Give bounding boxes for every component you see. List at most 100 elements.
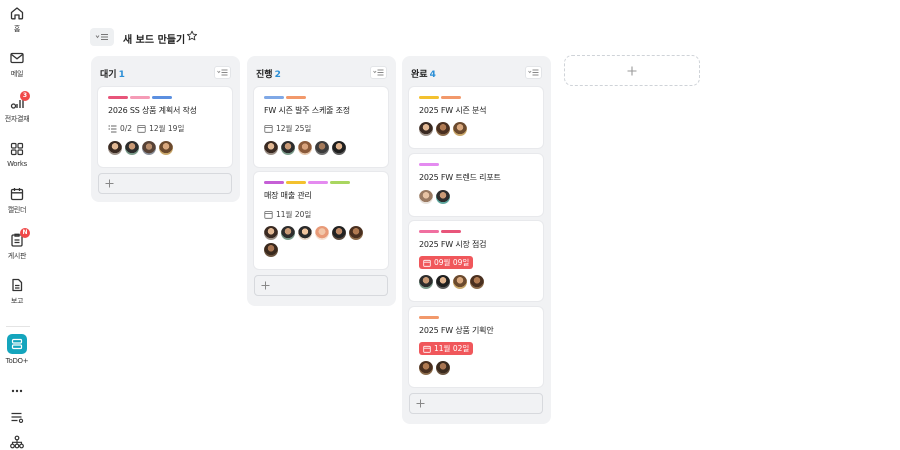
card-avatars [264, 141, 374, 155]
rail-settings-button[interactable] [0, 409, 34, 425]
board-badge: N [20, 228, 30, 238]
sidebar-toggle-button[interactable] [90, 28, 114, 46]
app-root: 홈 메일 3 전자결재 Works 캘린더 N 게시판 보고 ToDO+ 새 보… [0, 0, 900, 450]
card-checklist: 0/2 [120, 124, 133, 133]
avatar[interactable] [108, 141, 122, 155]
checklist-icon [108, 125, 117, 133]
add-card-button[interactable] [254, 275, 388, 296]
due-date-text: 09월 09일 [434, 258, 470, 267]
column-count: 4 [429, 70, 436, 80]
card[interactable]: 2026 SS 상품 계획서 작성 0/2 12월 19일 [98, 87, 232, 167]
due-date-text: 11월 02일 [434, 344, 470, 353]
home-icon [10, 7, 24, 20]
avatar[interactable] [419, 122, 433, 136]
avatar[interactable] [453, 122, 467, 136]
avatar[interactable] [315, 141, 329, 155]
calendar-icon [10, 188, 24, 201]
card-tag [308, 181, 328, 184]
rail-item-board[interactable]: N 게시판 [0, 228, 34, 261]
card-tag [130, 96, 150, 99]
avatar[interactable] [281, 226, 295, 240]
avatar[interactable] [436, 275, 450, 289]
rail-label-mail: 메일 [10, 70, 24, 78]
card-meta: 12월 25일 [264, 123, 311, 134]
rail-label-calendar: 캘린더 [7, 206, 27, 214]
list-settings-icon [11, 412, 24, 423]
avatar[interactable] [298, 141, 312, 155]
avatar[interactable] [419, 361, 433, 375]
card[interactable]: 2025 FW 시즌 분석 [409, 87, 543, 148]
avatar[interactable] [264, 226, 278, 240]
column-waiting: 대기 1 2026 SS 상품 계획서 작성 0/2 12월 19일 [91, 56, 240, 202]
column-count: 1 [118, 70, 125, 80]
rail-item-approval[interactable]: 3 전자결재 [0, 91, 34, 124]
column-menu-button[interactable] [370, 66, 387, 79]
rail-item-report[interactable]: 보고 [0, 277, 34, 306]
card[interactable]: 매장 매출 관리 11월 20일 [254, 172, 388, 269]
column-menu-button[interactable] [214, 66, 231, 79]
column-name: 대기 [100, 70, 117, 80]
avatar[interactable] [349, 226, 363, 240]
avatar[interactable] [281, 141, 295, 155]
card-title: FW 시즌 발주 스케줄 조정 [264, 106, 350, 115]
card-tag [264, 181, 284, 184]
calendar-icon [423, 259, 431, 267]
card-tags [419, 96, 461, 99]
avatar[interactable] [142, 141, 156, 155]
card-avatars [419, 275, 529, 289]
card-avatars [264, 226, 374, 257]
card[interactable]: FW 시즌 발주 스케줄 조정 12월 25일 [254, 87, 388, 167]
card-title: 2025 FW 시장 점검 [419, 240, 487, 249]
card-tag [330, 181, 350, 184]
add-card-button[interactable] [409, 393, 543, 414]
column-header: 진행 2 [256, 67, 281, 80]
avatar[interactable] [298, 226, 312, 240]
avatar[interactable] [264, 141, 278, 155]
todo-icon [7, 334, 27, 354]
rail-more-button[interactable] [0, 383, 34, 399]
avatar[interactable] [470, 275, 484, 289]
star-icon[interactable] [186, 30, 198, 42]
card-tag [264, 96, 284, 99]
card-title: 매장 매출 관리 [264, 191, 312, 200]
avatar[interactable] [264, 243, 278, 257]
column-menu-icon [528, 69, 539, 76]
avatar[interactable] [332, 141, 346, 155]
avatar[interactable] [419, 275, 433, 289]
avatar[interactable] [436, 361, 450, 375]
rail-item-todo[interactable]: ToDO+ [0, 334, 34, 365]
rail-item-mail[interactable]: 메일 [0, 50, 34, 79]
card-tag [419, 316, 439, 319]
rail-label-board: 게시판 [7, 252, 27, 260]
rail-item-works[interactable]: Works [0, 141, 34, 168]
rail-label-todo: ToDO+ [5, 357, 29, 365]
card[interactable]: 2025 FW 상품 기획안 11월 02일 [409, 307, 543, 387]
add-card-button[interactable] [98, 173, 232, 194]
card-avatars [419, 122, 529, 136]
avatar[interactable] [315, 226, 329, 240]
rail-item-calendar[interactable]: 캘린더 [0, 186, 34, 215]
rail-org-button[interactable] [0, 434, 34, 450]
card[interactable]: 2025 FW 시장 점검 09월 09일 [409, 221, 543, 301]
avatar[interactable] [332, 226, 346, 240]
avatar[interactable] [453, 275, 467, 289]
calendar-icon [264, 125, 273, 133]
column-menu-button[interactable] [525, 66, 542, 79]
approval-badge: 3 [20, 91, 30, 101]
column-count: 2 [274, 70, 281, 80]
calendar-icon [423, 345, 431, 353]
report-icon [12, 278, 23, 292]
rail-label-report: 보고 [10, 297, 24, 305]
org-chart-icon [10, 435, 24, 449]
avatar[interactable] [125, 141, 139, 155]
rail-item-home[interactable]: 홈 [0, 5, 34, 34]
add-column-button[interactable] [564, 55, 700, 86]
mail-icon [10, 52, 24, 64]
avatar[interactable] [159, 141, 173, 155]
card-tag [286, 96, 306, 99]
avatar[interactable] [436, 122, 450, 136]
avatar[interactable] [436, 190, 450, 204]
rail-label-works: Works [7, 160, 27, 168]
card[interactable]: 2025 FW 트렌드 리포트 [409, 154, 543, 216]
avatar[interactable] [419, 190, 433, 204]
